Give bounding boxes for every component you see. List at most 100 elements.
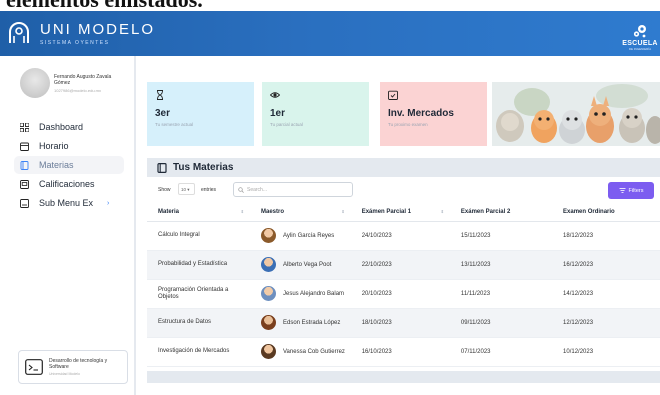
sidebar-item-submenu[interactable]: Sub Menu Ex ›	[14, 194, 124, 212]
column-header-materia[interactable]: Materia ⇕	[147, 203, 250, 222]
semester-card: 3er Tu semestre actual	[147, 82, 254, 146]
cell-ordinario: 12/12/2023	[552, 308, 660, 338]
entries-label: entries	[201, 187, 217, 193]
school-logo[interactable]: ESCUELA DE INGENIERÍA	[620, 17, 660, 51]
cell-parcial-2: 13/11/2023	[449, 250, 553, 280]
gear-people-icon	[633, 25, 646, 38]
materias-panel-header: Tus Materias	[147, 158, 660, 177]
column-header-ordinario[interactable]: Examen Ordinario	[552, 203, 660, 222]
cell-ordinario: 14/12/2023	[552, 279, 660, 309]
filter-icon	[619, 188, 625, 193]
teacher-avatar	[261, 315, 276, 330]
semester-label: Tu semestre actual	[155, 122, 194, 127]
sidebar-item-label: Sub Menu Ex	[39, 198, 94, 208]
partial-label: Tu parcial actual	[270, 122, 303, 127]
book-icon	[20, 160, 29, 170]
sidebar-item-label: Horario	[39, 141, 69, 151]
cell-parcial-2: 07/11/2023	[449, 337, 553, 367]
screenshot-stage: elementos enlistados. UNI MODELO SISTEMA…	[0, 0, 660, 395]
cell-parcial-2: 11/11/2023	[449, 279, 553, 309]
app-subtitle: SISTEMA OYENTES	[40, 40, 110, 46]
program-card[interactable]: Desarrollo de tecnología y Software Univ…	[18, 350, 128, 384]
partial-value: 1er	[270, 108, 286, 119]
column-header-parcial-1[interactable]: Exámen Parcial 1 ⇕	[350, 203, 450, 222]
eye-icon	[269, 92, 281, 98]
user-name: Fernando Augusto Zavala Gómez	[54, 73, 112, 86]
calendar-check-icon	[388, 90, 398, 100]
sidebar-item-calificaciones[interactable]: Calificaciones	[14, 175, 124, 193]
sort-icon: ⇕	[240, 209, 244, 214]
next-exam-label: Tu proximo examen	[388, 122, 428, 127]
app-header: UNI MODELO SISTEMA OYENTES ESCUELA DE IN…	[0, 11, 660, 56]
cartoon-animals-image	[492, 82, 660, 146]
program-title: Desarrollo de tecnología y Software	[49, 358, 108, 370]
cell-materia: Probabilidad y Estadística	[147, 250, 250, 280]
profile-info: Fernando Augusto Zavala Gómez 1027986@mo…	[54, 74, 124, 93]
search-input[interactable]: Search...	[233, 182, 353, 197]
search-placeholder: Search...	[247, 186, 268, 193]
table-row[interactable]: Programación Orientada a Objetos Jesus A…	[147, 279, 660, 309]
table-controls: Show 10 ▾ entries Search... Filters	[158, 182, 658, 199]
cell-maestro: Vanessa Cob Gutierrez	[250, 337, 351, 367]
column-header-parcial-2[interactable]: Exámen Parcial 2	[449, 203, 553, 222]
sidebar: Fernando Augusto Zavala Gómez 1027986@mo…	[0, 56, 136, 395]
filters-label: Filters	[628, 187, 644, 194]
table-row[interactable]: Estructura de Datos Edson Estrada López …	[147, 308, 660, 338]
book-icon	[157, 162, 167, 173]
cell-parcial-1: 18/10/2023	[350, 308, 450, 338]
cell-materia: Estructura de Datos	[147, 308, 250, 338]
university-logo-icon[interactable]	[6, 21, 32, 47]
cell-parcial-1: 22/10/2023	[350, 250, 450, 280]
brand: UNI MODELO SISTEMA OYENTES	[40, 21, 155, 46]
chevron-right-icon: ›	[107, 199, 110, 207]
cell-parcial-2: 15/11/2023	[449, 221, 553, 251]
cell-maestro: Jesus Alejandro Balam	[250, 279, 351, 309]
semester-value: 3er	[155, 108, 171, 119]
sort-icon: ⇕	[440, 209, 444, 214]
school-subtitle: DE INGENIERÍA	[628, 47, 652, 51]
calendar-icon	[20, 142, 29, 151]
hourglass-icon	[157, 90, 163, 100]
sidebar-item-dashboard[interactable]: Dashboard	[14, 118, 124, 136]
cell-materia: Investigación de Mercados	[147, 337, 250, 367]
column-header-maestro[interactable]: Maestro ⇕	[250, 203, 351, 222]
cell-parcial-1: 16/10/2023	[350, 337, 450, 367]
next-exam-value: Inv. Mercados	[388, 108, 454, 119]
sidebar-nav: Dashboard Horario Materias Calificacione…	[14, 118, 124, 213]
cell-maestro: Alberto Vega Poot	[250, 250, 351, 280]
sort-icon: ⇕	[341, 209, 345, 214]
partial-card: 1er Tu parcial actual	[262, 82, 369, 146]
sidebar-item-label: Calificaciones	[39, 179, 95, 189]
table-row[interactable]: Investigación de Mercados Vanessa Cob Gu…	[147, 337, 660, 367]
user-profile[interactable]: Fernando Augusto Zavala Gómez 1027986@mo…	[20, 68, 124, 98]
cell-materia: Programación Orientada a Objetos	[147, 279, 250, 309]
app-title: UNI MODELO	[40, 21, 156, 38]
filters-button[interactable]: Filters	[608, 182, 654, 199]
teacher-avatar	[261, 344, 276, 359]
sidebar-item-label: Materias	[39, 160, 74, 170]
cell-maestro: Aylin García Reyes	[250, 221, 351, 251]
sidebar-item-materias[interactable]: Materias	[14, 156, 124, 174]
sidebar-item-label: Dashboard	[39, 122, 84, 132]
panel-title: Tus Materias	[173, 162, 234, 173]
user-email: 1027986@modelo.edu.mx	[54, 87, 101, 93]
cell-parcial-1: 24/10/2023	[350, 221, 450, 251]
cell-parcial-1: 20/10/2023	[350, 279, 450, 309]
teacher-avatar	[261, 257, 276, 272]
materias-table: Materia ⇕ Maestro ⇕ Exámen Parcial 1 ⇕ Exám…	[147, 203, 660, 367]
table-row[interactable]: Cálculo Integral Aylin García Reyes 24/1…	[147, 221, 660, 251]
cell-ordinario: 18/12/2023	[552, 221, 660, 251]
avatar	[20, 68, 50, 98]
entries-select[interactable]: 10 ▾	[178, 183, 195, 195]
sidebar-item-horario[interactable]: Horario	[14, 137, 124, 155]
table-row[interactable]: Probabilidad y Estadística Alberto Vega …	[147, 250, 660, 280]
program-info: Desarrollo de tecnología y Software Univ…	[49, 358, 125, 376]
cell-ordinario: 10/12/2023	[552, 337, 660, 367]
next-exam-card: Inv. Mercados Tu proximo examen	[380, 82, 487, 146]
submenu-icon	[20, 198, 29, 208]
program-subtitle: Universidad Modelo	[49, 372, 80, 376]
cell-ordinario: 16/12/2023	[552, 250, 660, 280]
document-caption: elementos enlistados.	[0, 0, 660, 12]
table-header-row: Materia ⇕ Maestro ⇕ Exámen Parcial 1 ⇕ Exám…	[147, 203, 660, 222]
school-name: ESCUELA	[622, 40, 658, 47]
